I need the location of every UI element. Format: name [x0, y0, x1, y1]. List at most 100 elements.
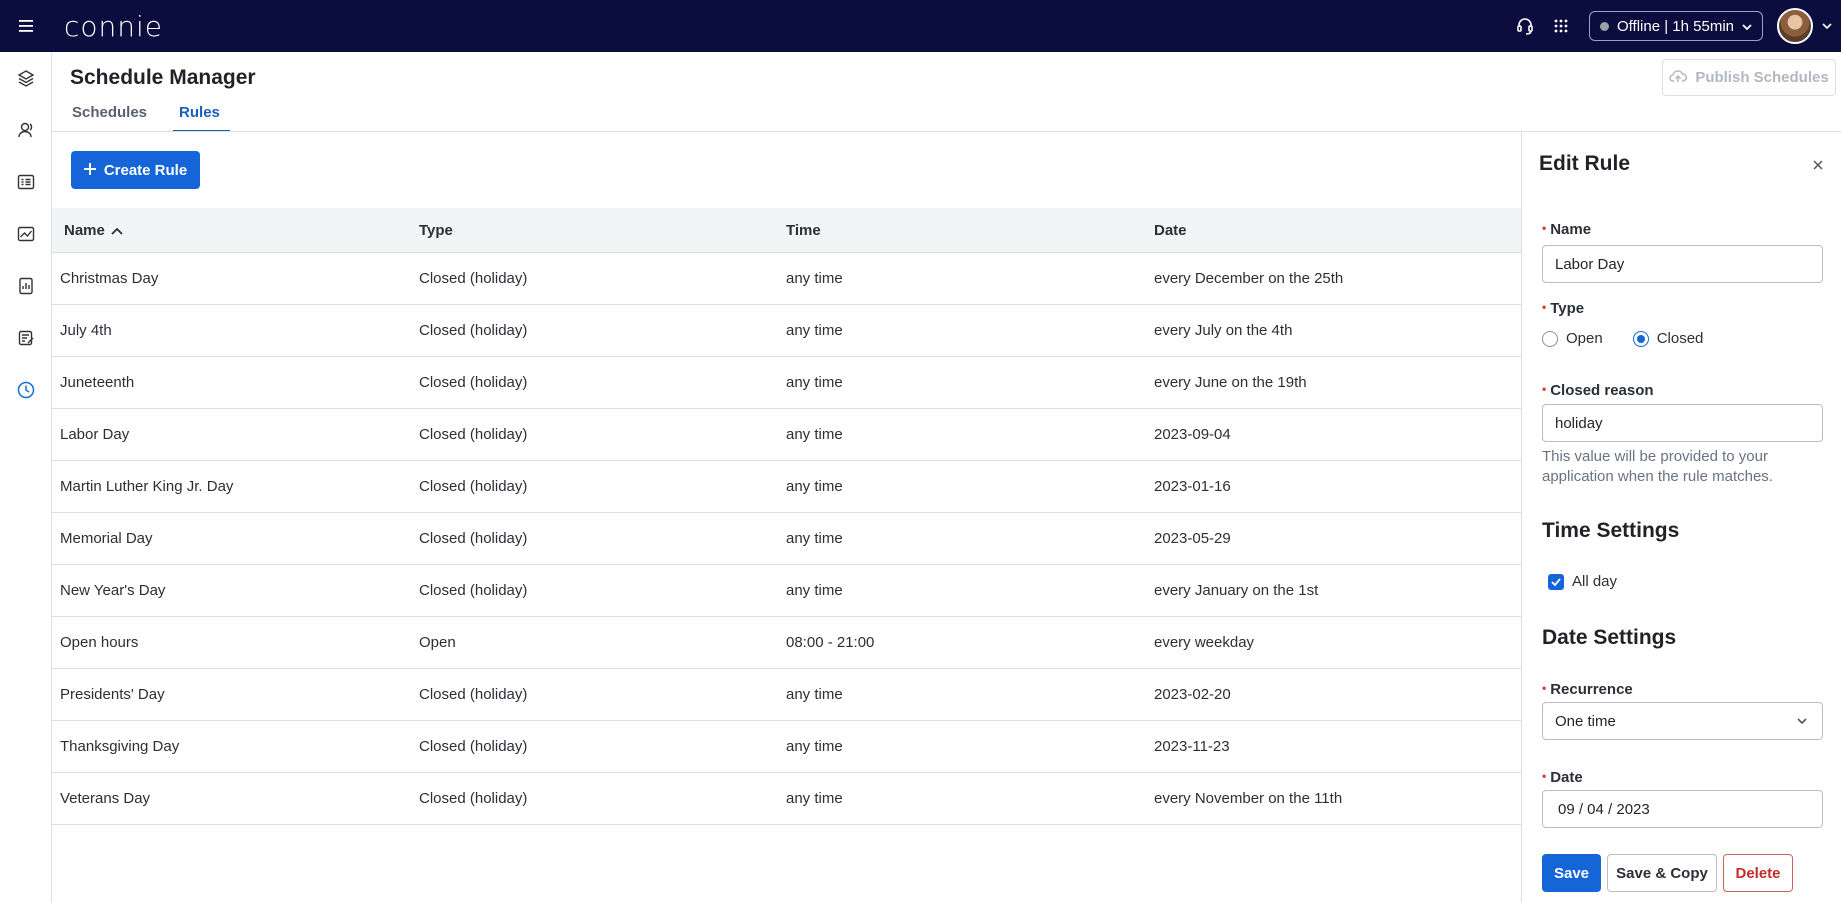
- rule-time-cell: any time: [786, 686, 843, 703]
- recurrence-select[interactable]: One time: [1542, 702, 1823, 740]
- reports-icon[interactable]: [0, 260, 52, 312]
- rule-type-cell: Closed (holiday): [419, 686, 528, 703]
- chevron-down-icon: [1794, 713, 1810, 729]
- rule-name-cell: Veterans Day: [60, 790, 151, 807]
- tab-bar: Schedules Rules: [52, 100, 240, 132]
- layers-icon[interactable]: [0, 52, 52, 104]
- rule-date-cell: 2023-05-29: [1154, 530, 1231, 547]
- rule-type-cell: Closed (holiday): [419, 426, 528, 443]
- table-row[interactable]: Martin Luther King Jr. Day Closed (holida…: [52, 461, 1522, 513]
- rule-name-cell: Presidents' Day: [60, 686, 165, 703]
- radio-unchecked-icon: [1542, 330, 1558, 347]
- publish-schedules-button[interactable]: Publish Schedules: [1662, 59, 1836, 96]
- close-icon[interactable]: [1805, 152, 1831, 178]
- rule-date-cell: every December on the 25th: [1154, 270, 1344, 287]
- top-bar: connie Offline | 1h 55min: [0, 0, 1841, 52]
- table-row[interactable]: Veterans Day Closed (holiday) any time ever…: [52, 773, 1522, 825]
- chevron-down-icon: [1742, 18, 1752, 35]
- table-row[interactable]: Memorial Day Closed (holiday) any time 2023…: [52, 513, 1522, 565]
- save-button[interactable]: Save: [1542, 854, 1601, 892]
- rule-time-cell: any time: [786, 738, 843, 755]
- rule-type-cell: Open: [419, 634, 456, 651]
- chevron-down-icon[interactable]: [1813, 22, 1841, 30]
- table-row[interactable]: Open hours Open 08:00 - 21:00 every weekday: [52, 617, 1522, 669]
- headset-icon[interactable]: [1507, 0, 1543, 52]
- menu-icon[interactable]: [0, 0, 52, 52]
- status-label: Offline | 1h 55min: [1616, 17, 1734, 35]
- panel-actions: Save Save & Copy Delete: [1542, 854, 1793, 892]
- type-closed-radio[interactable]: Closed: [1632, 330, 1703, 347]
- edit-rule-panel: Edit Rule • Name Labor Day • Type Open Clo…: [1521, 132, 1841, 903]
- connie-logo: connie: [64, 9, 164, 43]
- apps-grid-icon[interactable]: [1543, 0, 1579, 52]
- rule-date-cell: every July on the 4th: [1154, 322, 1293, 339]
- plus-icon: [83, 162, 96, 179]
- rule-type-cell: Closed (holiday): [419, 582, 528, 599]
- table-row[interactable]: Christmas Day Closed (holiday) any time eve…: [52, 253, 1522, 305]
- tasks-icon[interactable]: [0, 312, 52, 364]
- rule-date-cell: 2023-02-20: [1154, 686, 1231, 703]
- date-field[interactable]: 09 / 04 / 2023: [1542, 790, 1823, 828]
- rule-type-cell: Closed (holiday): [419, 374, 528, 391]
- closed-reason-help: This value will be provided to your appl…: [1542, 448, 1773, 485]
- type-open-radio[interactable]: Open: [1542, 330, 1603, 347]
- rule-name-cell: Christmas Day: [60, 270, 159, 287]
- rule-date-cell: every weekday: [1154, 634, 1255, 651]
- tab-schedules[interactable]: Schedules: [52, 100, 159, 132]
- tab-rules[interactable]: Rules: [159, 100, 240, 132]
- recurrence-label: • Recurrence: [1542, 681, 1633, 698]
- rule-type-cell: Closed (holiday): [419, 478, 528, 495]
- save-and-copy-button[interactable]: Save & Copy: [1607, 854, 1717, 892]
- all-day-checkbox[interactable]: All day: [1548, 573, 1617, 590]
- column-header-date[interactable]: Date: [1154, 222, 1522, 239]
- table-row[interactable]: Labor Day Closed (holiday) any time 2023-09…: [52, 409, 1522, 461]
- list-icon[interactable]: [0, 156, 52, 208]
- rule-type-cell: Closed (holiday): [419, 530, 528, 547]
- rule-date-cell: 2023-01-16: [1154, 478, 1231, 495]
- time-settings-heading: Time Settings: [1542, 519, 1680, 542]
- rules-table: Name Type Time Date Christmas Day Closed …: [52, 208, 1522, 825]
- rule-time-cell: any time: [786, 478, 843, 495]
- closed-reason-field[interactable]: holiday: [1542, 404, 1823, 442]
- table-row[interactable]: New Year's Day Closed (holiday) any time ev…: [52, 565, 1522, 617]
- rule-time-cell: any time: [786, 374, 843, 391]
- table-row[interactable]: July 4th Closed (holiday) any time every Ju…: [52, 305, 1522, 357]
- cloud-upload-icon: [1669, 69, 1688, 87]
- topbar-actions: Offline | 1h 55min: [1507, 0, 1841, 52]
- rule-name-cell: Juneteenth: [60, 374, 135, 391]
- date-settings-heading: Date Settings: [1542, 626, 1677, 649]
- schedule-icon[interactable]: [0, 364, 52, 416]
- column-header-type[interactable]: Type: [419, 222, 786, 239]
- rule-name-cell: Open hours: [60, 634, 139, 651]
- table-row[interactable]: Presidents' Day Closed (holiday) any time 2…: [52, 669, 1522, 721]
- rule-name-cell: July 4th: [60, 322, 112, 339]
- rule-time-cell: any time: [786, 270, 843, 287]
- rule-name-cell: Memorial Day: [60, 530, 153, 547]
- name-field[interactable]: Labor Day: [1542, 245, 1823, 283]
- create-rule-button[interactable]: Create Rule: [71, 151, 200, 189]
- analytics-icon[interactable]: [0, 208, 52, 260]
- table-row[interactable]: Thanksgiving Day Closed (holiday) any time…: [52, 721, 1522, 773]
- rule-type-cell: Closed (holiday): [419, 738, 528, 755]
- avatar[interactable]: [1777, 8, 1813, 44]
- rule-time-cell: 08:00 - 21:00: [786, 634, 875, 651]
- name-label: • Name: [1542, 221, 1592, 238]
- rule-date-cell: every June on the 19th: [1154, 374, 1307, 391]
- create-rule-label: Create Rule: [103, 161, 188, 179]
- rule-type-cell: Closed (holiday): [419, 322, 528, 339]
- column-header-time[interactable]: Time: [786, 222, 1154, 239]
- contacts-icon[interactable]: [0, 104, 52, 156]
- closed-reason-label: • Closed reason: [1542, 382, 1654, 399]
- rule-name-cell: Martin Luther King Jr. Day: [60, 478, 234, 495]
- delete-button[interactable]: Delete: [1723, 854, 1793, 892]
- rule-time-cell: any time: [786, 790, 843, 807]
- table-row[interactable]: Juneteenth Closed (holiday) any time every …: [52, 357, 1522, 409]
- column-header-name[interactable]: Name: [52, 222, 419, 239]
- rule-name-cell: New Year's Day: [60, 582, 166, 599]
- rule-date-cell: 2023-11-23: [1154, 738, 1230, 755]
- rule-time-cell: any time: [786, 582, 843, 599]
- rule-type-cell: Closed (holiday): [419, 790, 528, 807]
- publish-label: Publish Schedules: [1695, 69, 1829, 86]
- rule-time-cell: any time: [786, 426, 843, 443]
- status-dropdown[interactable]: Offline | 1h 55min: [1588, 11, 1763, 41]
